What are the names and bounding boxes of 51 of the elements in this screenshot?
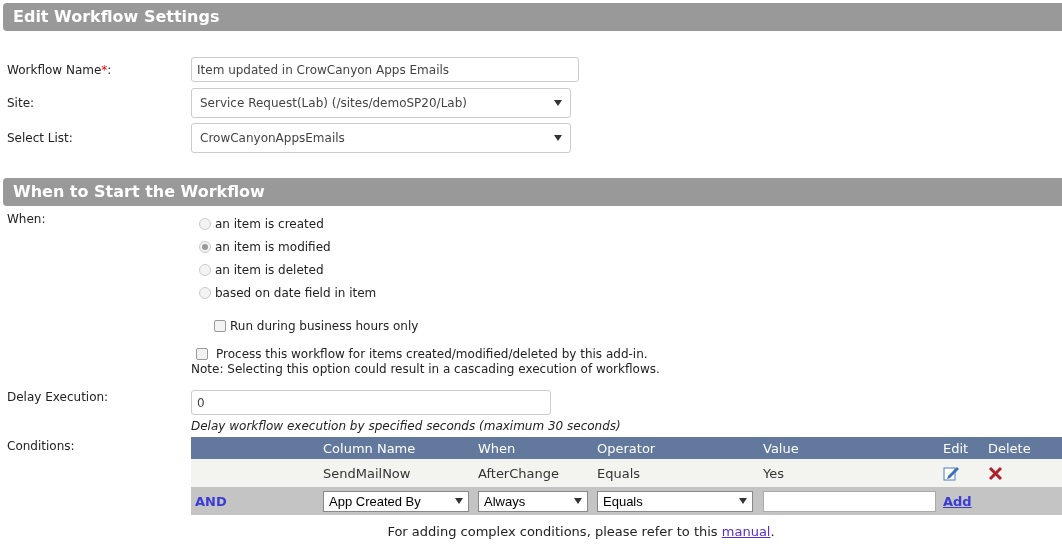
field-label: Conditions: [6, 438, 76, 453]
caret-icon [574, 498, 582, 504]
field-label: Select List: [6, 131, 74, 145]
checkbox-label: Process this workflow for items created/modified/deleted by this add-in. [216, 346, 648, 361]
radio-button[interactable] [199, 217, 211, 230]
edit-icon[interactable] [943, 465, 960, 481]
checkbox[interactable] [196, 347, 208, 360]
checkbox-label: Run during business hours only [230, 318, 419, 333]
field-label: When: [6, 212, 47, 226]
section-header: Edit Workflow Settings [3, 3, 1062, 31]
column-dropdown[interactable]: App Created By [323, 490, 469, 512]
delay-field[interactable]: 0 [191, 390, 551, 415]
column-header: Edit [943, 440, 970, 456]
value-field[interactable] [763, 490, 936, 512]
field-label: Site: [6, 96, 36, 110]
when-dropdown[interactable]: Always [478, 490, 588, 512]
caret-icon [554, 135, 562, 141]
table-cell-text: SendMailNow [323, 465, 412, 481]
column-header: Column Name [323, 440, 417, 456]
hint-text: Delay workflow execution by specified seconds (maximum 30 seconds) [191, 419, 621, 433]
add-link[interactable]: Add [943, 493, 988, 509]
radio-button[interactable] [199, 286, 211, 299]
checkbox[interactable] [214, 319, 226, 332]
note-text: Note: Selecting this option could result in a cascading execution of workflows. [191, 362, 660, 376]
table-cell-text: AfterChange [478, 465, 560, 481]
radio-button[interactable] [199, 240, 211, 253]
radio-label: an item is modified [215, 239, 331, 254]
column-header: Operator [597, 440, 657, 456]
delete-icon[interactable] [988, 465, 1003, 481]
manual-link[interactable]: manual [721, 524, 771, 539]
field-label: Delay Execution: [6, 390, 110, 404]
radio-label: an item is created [215, 216, 324, 231]
column-header: Delete [988, 440, 1032, 456]
table-cell-text: Equals [597, 465, 642, 481]
section-header: When to Start the Workflow [3, 178, 1062, 206]
list-dropdown[interactable]: CrowCanyonAppsEmails [191, 123, 571, 153]
column-header: Value [763, 440, 800, 456]
footer-text: For adding complex conditions, please refer to this manual. [386, 524, 776, 539]
conjunction-link[interactable]: AND [191, 493, 323, 509]
field-label: Workflow Name*: [6, 62, 113, 77]
workflow-name-field[interactable]: Item updated in CrowCanyon Apps Emails [191, 57, 579, 82]
radio-label: an item is deleted [215, 262, 324, 277]
caret-icon [554, 100, 562, 106]
table-cell-text: Yes [763, 465, 785, 481]
caret-icon [455, 498, 463, 504]
radio-button[interactable] [199, 263, 211, 276]
column-header: When [478, 440, 517, 456]
caret-icon [739, 498, 747, 504]
operator-dropdown[interactable]: Equals [597, 490, 753, 512]
radio-label: based on date field in item [215, 285, 377, 300]
site-dropdown[interactable]: Service Request(Lab) (/sites/demoSP20/Lab) [191, 88, 571, 118]
